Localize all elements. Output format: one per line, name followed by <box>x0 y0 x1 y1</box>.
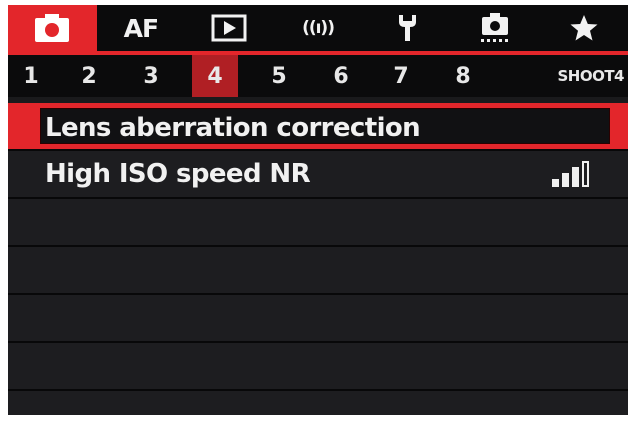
play-icon <box>211 14 247 42</box>
nr-level-bar <box>582 161 589 187</box>
page-tab-7[interactable]: 7 <box>378 55 424 97</box>
nr-level-icon <box>552 161 592 187</box>
page-tab-bar: 1 2 3 4 5 6 7 8 SHOOT4 <box>8 55 628 97</box>
menu-empty-row <box>8 391 628 415</box>
page-tab-2[interactable]: 2 <box>66 55 112 97</box>
page-tab-6[interactable]: 6 <box>318 55 364 97</box>
star-icon <box>570 15 598 41</box>
page-tab-4[interactable]: 4 <box>192 55 238 97</box>
page-tab-1[interactable]: 1 <box>8 55 54 97</box>
wrench-icon <box>398 15 416 41</box>
menu-empty-row <box>8 295 628 343</box>
menu-empty-row <box>8 199 628 247</box>
camera-screen: AF ((ı)) 1 2 3 4 5 6 7 8 SHOOT4 Lens abe… <box>8 5 628 415</box>
tab-shoot[interactable] <box>8 5 97 51</box>
menu-item-label: Lens aberration correction <box>45 113 421 143</box>
tab-af-label: AF <box>123 13 159 43</box>
tab-af[interactable]: AF <box>97 5 186 51</box>
current-page-name: SHOOT4 <box>557 67 624 85</box>
menu-empty-row <box>8 247 628 295</box>
category-tab-bar: AF ((ı)) <box>8 5 628 51</box>
nr-level-bar <box>562 173 569 187</box>
menu-item-high-iso-speed-nr[interactable]: High ISO speed NR <box>8 151 628 199</box>
menu-item-lens-aberration-correction[interactable]: Lens aberration correction <box>8 103 628 151</box>
page-tab-3[interactable]: 3 <box>128 55 174 97</box>
camera-icon <box>35 14 70 42</box>
wireless-icon: ((ı)) <box>302 18 335 38</box>
tab-setup[interactable] <box>362 5 451 51</box>
nr-level-bar <box>572 167 579 187</box>
tab-mymenu[interactable] <box>539 5 628 51</box>
nr-level-bar <box>552 179 559 187</box>
tab-wireless[interactable]: ((ı)) <box>274 5 363 51</box>
page-tab-8[interactable]: 8 <box>440 55 486 97</box>
page-tab-5[interactable]: 5 <box>256 55 302 97</box>
menu-empty-row <box>8 343 628 391</box>
tab-custom[interactable] <box>451 5 540 51</box>
menu-item-label: High ISO speed NR <box>45 159 311 189</box>
menu-list: Lens aberration correction High ISO spee… <box>8 103 628 415</box>
custom-camera-icon <box>481 13 509 42</box>
tab-playback[interactable] <box>185 5 274 51</box>
